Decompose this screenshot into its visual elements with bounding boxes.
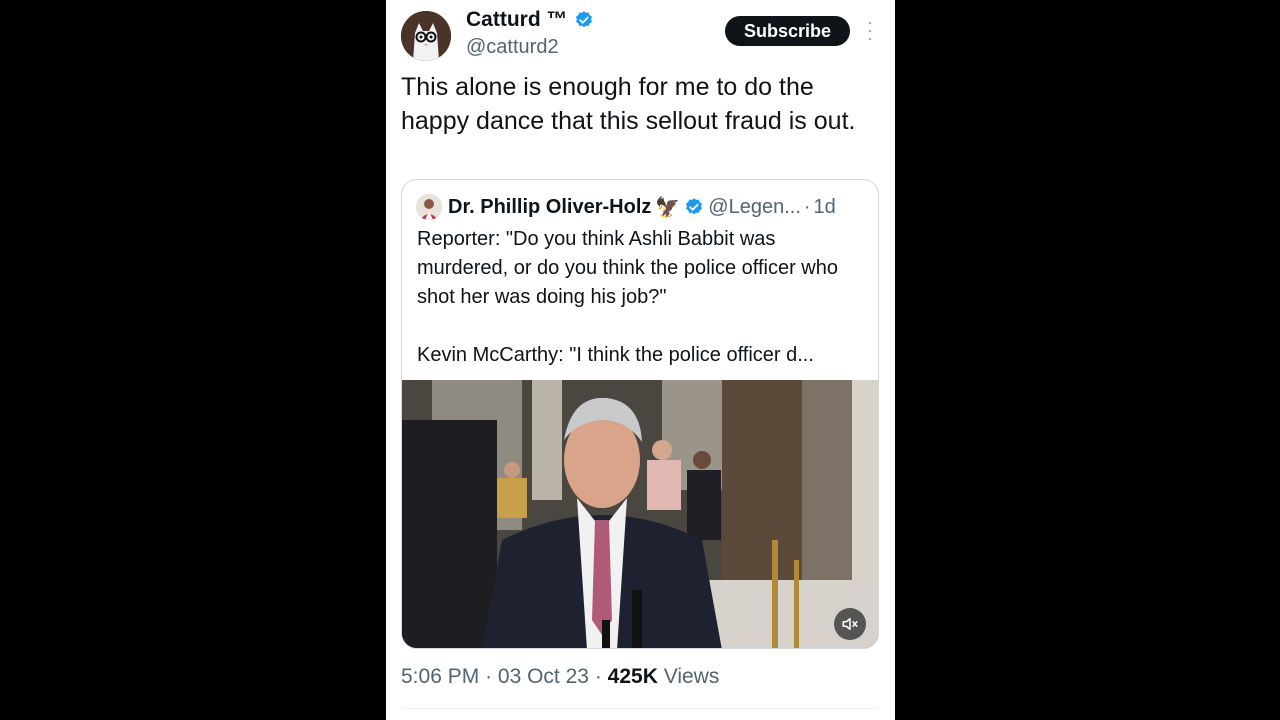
- volume-muted-icon[interactable]: [834, 608, 866, 640]
- separator-dot: ·: [594, 665, 602, 688]
- cat-avatar-icon[interactable]: [401, 11, 451, 61]
- eagle-emoji: 🦅: [655, 196, 681, 219]
- tweet-time[interactable]: 5:06 PM: [401, 665, 479, 688]
- tweet-text: This alone is enough for me to do the ha…: [401, 73, 856, 135]
- quote-header: Dr. Phillip Oliver-Holz 🦅 @Legen... · 1d: [416, 194, 836, 220]
- quote-timestamp[interactable]: 1d: [814, 196, 836, 219]
- views-label: Views: [663, 665, 720, 688]
- quote-text: Reporter: "Do you think Ashli Babbit was…: [417, 228, 838, 366]
- views-count: 425K: [607, 665, 658, 688]
- more-vertical-icon[interactable]: · · ·: [864, 13, 876, 47]
- author-display-name[interactable]: Catturd ™: [466, 8, 568, 32]
- video-player[interactable]: [402, 380, 878, 648]
- video-frame: [402, 380, 878, 648]
- tweet-date[interactable]: 03 Oct 23: [498, 665, 589, 688]
- quote-author-name[interactable]: Dr. Phillip Oliver-Holz: [448, 196, 651, 219]
- quote-author-handle[interactable]: @Legen...: [708, 196, 801, 219]
- quoted-tweet[interactable]: Dr. Phillip Oliver-Holz 🦅 @Legen... · 1d…: [401, 179, 879, 649]
- author-name-row[interactable]: Catturd ™: [466, 8, 594, 32]
- verified-badge-icon: [686, 198, 703, 215]
- separator-dot: ·: [803, 195, 811, 218]
- subscribe-button[interactable]: Subscribe: [725, 16, 850, 46]
- verified-badge-icon: [575, 11, 592, 28]
- tweet-metadata: 5:06 PM · 03 Oct 23 · 425K Views: [401, 665, 719, 689]
- author-handle[interactable]: @catturd2: [466, 36, 559, 59]
- tweet-card: Catturd ™ @catturd2 Subscribe · · · This a…: [386, 0, 895, 720]
- divider: [401, 708, 879, 709]
- separator-dot: ·: [485, 665, 493, 688]
- quote-avatar[interactable]: [416, 194, 442, 220]
